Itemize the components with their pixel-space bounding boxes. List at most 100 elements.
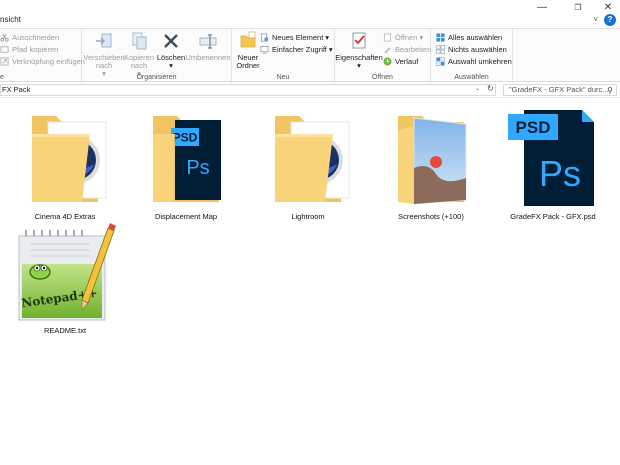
ps-logo-text: Ps: [186, 157, 209, 179]
new-item-icon: [260, 33, 269, 42]
file-item-lightroom[interactable]: Lightroom: [253, 108, 363, 221]
notepad-plus-plus-icon: Notepad++: [18, 223, 116, 321]
easy-access-dropdown-icon: ▾: [328, 45, 333, 54]
file-item-readme[interactable]: Notepad++ README.txt: [10, 222, 120, 335]
rename-button[interactable]: Umbenennen: [185, 31, 231, 62]
rename-label: Umbenennen: [185, 53, 231, 62]
new-item-button[interactable]: Neues Element ▾: [260, 32, 329, 43]
copy-to-icon: [132, 32, 147, 50]
copy-path-button[interactable]: Pfad kopieren: [0, 44, 58, 55]
c4d-folder-icon: [275, 116, 350, 202]
file-name: GradeFX Pack - GFX.psd: [510, 212, 596, 221]
psd-file-icon: PSD Ps: [508, 110, 594, 206]
file-item-gradefx-psd[interactable]: PSD Ps GradeFX Pack - GFX.psd: [498, 108, 608, 221]
easy-access-icon: [260, 45, 269, 54]
select-all-button[interactable]: Alles auswählen: [436, 32, 502, 43]
invert-selection-icon: [436, 57, 445, 66]
c4d-folder-icon: [32, 116, 107, 202]
cut-button[interactable]: Ausschneiden: [0, 32, 59, 43]
copy-to-label: Kopieren nach: [123, 53, 155, 70]
file-name: Screenshots (+100): [398, 212, 464, 221]
select-all-icon: [436, 33, 445, 42]
move-to-button[interactable]: Verschieben nach ▾: [83, 31, 125, 78]
new-group-label: Neu: [276, 74, 290, 81]
select-all-label: Alles auswählen: [448, 33, 503, 42]
restore-button[interactable]: ❐: [566, 0, 590, 14]
path-icon: [0, 46, 9, 53]
tab-view[interactable]: nsicht: [0, 15, 21, 24]
file-item-screenshots[interactable]: Screenshots (+100): [376, 108, 486, 221]
select-none-label: Nichts auswählen: [448, 45, 507, 54]
psd-folder-icon: PSD Ps: [153, 116, 221, 202]
select-group-label: Auswählen: [454, 74, 489, 81]
file-item-displacement-map[interactable]: PSD Ps Displacement Map: [131, 108, 241, 221]
file-name: Lightroom: [291, 212, 325, 221]
psd-badge-text: PSD: [173, 131, 198, 145]
title-bar: nsicht — ❐ ✕ ˅ ?: [0, 0, 620, 28]
edit-label: Bearbeiten: [395, 45, 432, 54]
organize-group: Verschieben nach ▾ Kopieren nach ▾ Lösch…: [82, 29, 232, 83]
ps-logo-text: Ps: [539, 153, 581, 194]
easy-access-label: Einfacher Zugriff: [272, 45, 327, 54]
open-button[interactable]: Öffnen ▾: [383, 32, 423, 43]
file-item-cinema-4d-extras[interactable]: Cinema 4D Extras: [10, 108, 120, 221]
copy-path-label: Pfad kopieren: [12, 45, 59, 54]
move-to-icon: [96, 33, 112, 48]
move-to-label: Verschieben nach: [83, 53, 125, 70]
easy-access-button[interactable]: Einfacher Zugriff ▾: [260, 44, 333, 55]
open-group: Eigenschaften ▾ Öffnen ▾ Bearbeiten Verl…: [335, 29, 431, 83]
clipboard-group-label: e: [0, 74, 4, 81]
new-item-dropdown-icon: ▾: [325, 33, 330, 42]
paste-shortcut-label: Verknüpfung einfügen: [12, 57, 85, 66]
ribbon: Ausschneiden Pfad kopieren Verknüpfung e…: [0, 28, 620, 83]
minimize-button[interactable]: —: [530, 0, 554, 14]
delete-x-icon: [164, 34, 178, 48]
copy-to-button[interactable]: Kopieren nach ▾: [122, 31, 156, 78]
cut-label: Ausschneiden: [12, 33, 60, 42]
help-icon[interactable]: ?: [604, 14, 616, 26]
search-input[interactable]: "GradeFX - GFX Pack" durc... ⚲: [503, 84, 617, 96]
search-placeholder: "GradeFX - GFX Pack" durc...: [509, 85, 609, 94]
new-group: Neuer Ordner Neues Element ▾ Einfacher Z…: [232, 29, 335, 83]
address-history-dropdown-icon[interactable]: ⌄: [475, 84, 480, 94]
ribbon-collapse-icon[interactable]: ˅: [593, 15, 598, 24]
new-folder-label: Neuer Ordner: [236, 53, 260, 70]
open-label: Öffnen: [395, 33, 418, 42]
properties-icon: [352, 32, 366, 49]
select-none-icon: [436, 45, 445, 54]
open-group-label: Öffnen: [372, 74, 393, 81]
delete-button[interactable]: Löschen ▾: [156, 31, 186, 70]
properties-button[interactable]: Eigenschaften ▾: [335, 31, 383, 70]
address-path: FX Pack: [2, 85, 31, 94]
history-icon: [383, 57, 392, 66]
select-group: Alles auswählen Nichts auswählen Auswahl…: [431, 29, 513, 83]
shortcut-icon: [0, 57, 9, 66]
organize-group-label: Organisieren: [136, 74, 177, 81]
history-label: Verlauf: [395, 57, 419, 66]
history-button[interactable]: Verlauf: [383, 56, 418, 67]
new-item-label: Neues Element: [272, 33, 324, 42]
invert-selection-label: Auswahl umkehren: [448, 57, 512, 66]
scissors-icon: [0, 33, 9, 42]
clipboard-group: Ausschneiden Pfad kopieren Verknüpfung e…: [0, 29, 85, 83]
new-folder-button[interactable]: Neuer Ordner: [234, 31, 262, 70]
open-dropdown-icon: ▾: [419, 33, 424, 42]
delete-dropdown-icon: ▾: [169, 61, 173, 70]
psd-badge-text: PSD: [516, 118, 551, 137]
properties-dropdown-icon: ▾: [357, 61, 361, 70]
edit-button[interactable]: Bearbeiten: [383, 44, 431, 55]
paste-shortcut-button[interactable]: Verknüpfung einfügen: [0, 56, 85, 67]
file-name: README.txt: [43, 326, 87, 335]
address-bar[interactable]: FX Pack: [0, 84, 496, 96]
select-none-button[interactable]: Nichts auswählen: [436, 44, 507, 55]
invert-selection-button[interactable]: Auswahl umkehren: [436, 56, 512, 67]
rename-icon: [199, 34, 217, 49]
edit-icon: [384, 47, 391, 54]
open-icon: [383, 33, 392, 42]
close-button[interactable]: ✕: [596, 0, 620, 14]
new-folder-icon: [240, 31, 256, 48]
refresh-icon[interactable]: ↻: [485, 83, 496, 95]
file-name: Cinema 4D Extras: [34, 212, 96, 221]
address-toolbar: FX Pack ⌄ ↻ "GradeFX - GFX Pack" durc...…: [0, 83, 620, 98]
file-name: Displacement Map: [154, 212, 218, 221]
